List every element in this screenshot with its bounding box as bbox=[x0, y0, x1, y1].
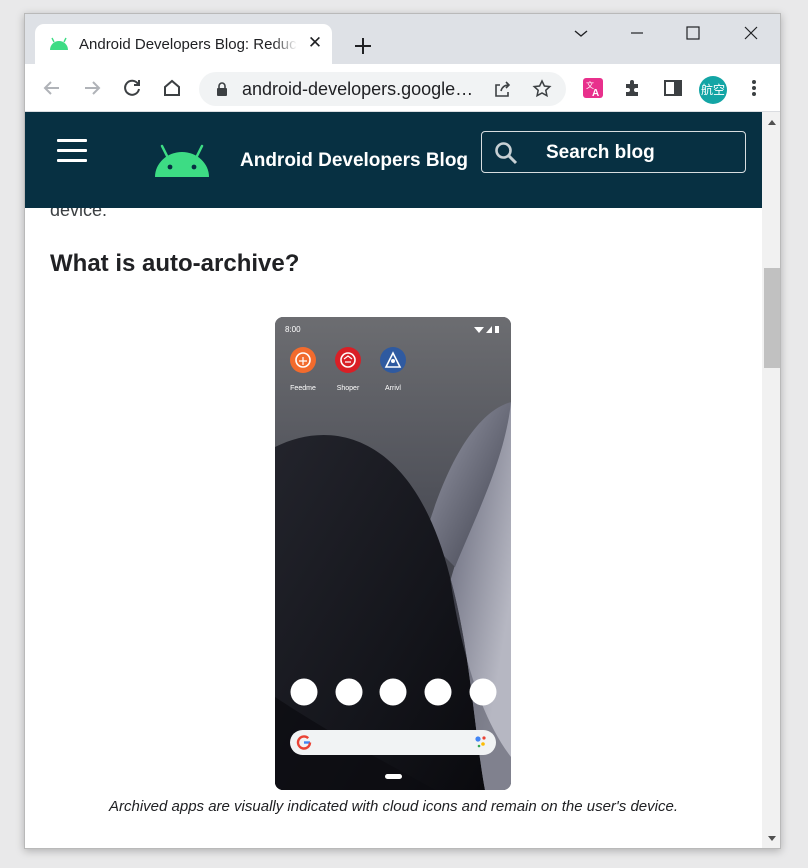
app-label-arrivl: Arrivl bbox=[385, 385, 401, 392]
app-label-shoper: Shoper bbox=[337, 385, 360, 392]
scroll-up-arrow-icon[interactable] bbox=[768, 120, 776, 125]
article-heading: What is auto-archive? bbox=[50, 250, 300, 277]
app-icon-shoper[interactable] bbox=[335, 347, 361, 373]
phone-wallpaper: 8:00 Feedme Shoper Arrivl bbox=[275, 317, 511, 790]
svg-text:A: A bbox=[592, 88, 599, 99]
bookmark-star-icon[interactable] bbox=[532, 79, 552, 99]
close-window-icon[interactable] bbox=[731, 18, 771, 48]
dock-app-1[interactable] bbox=[290, 678, 318, 706]
home-icon[interactable] bbox=[159, 75, 185, 101]
search-icon[interactable] bbox=[494, 141, 518, 165]
page-viewport: Android Developers Blog Search blog devi… bbox=[25, 112, 762, 848]
tab-active[interactable]: Android Developers Blog: Reduce ✕ bbox=[35, 24, 332, 64]
tab-bar: Android Developers Blog: Reduce ✕ bbox=[25, 14, 780, 64]
dock-app-4[interactable] bbox=[424, 678, 452, 706]
image-caption: Archived apps are visually indicated wit… bbox=[108, 798, 678, 815]
dock-app-5[interactable] bbox=[469, 678, 497, 706]
forward-icon[interactable] bbox=[79, 75, 105, 101]
search-blog-box[interactable]: Search blog bbox=[481, 131, 746, 173]
side-panel-icon[interactable] bbox=[662, 77, 684, 99]
phone-time: 8:00 bbox=[285, 325, 301, 334]
android-favicon-icon bbox=[50, 37, 68, 50]
new-tab-icon[interactable] bbox=[351, 34, 375, 58]
tab-search-icon[interactable] bbox=[561, 18, 601, 48]
dock-app-3[interactable] bbox=[379, 678, 407, 706]
profile-avatar[interactable]: 航空 bbox=[699, 76, 727, 104]
search-blog-label[interactable]: Search blog bbox=[546, 142, 655, 164]
phone-search-bar[interactable] bbox=[290, 730, 496, 755]
app-icon-feedme[interactable] bbox=[290, 347, 316, 373]
browser-toolbar: android-developers.googleblog.com 文 A 航空 bbox=[25, 64, 780, 112]
address-bar[interactable]: android-developers.googleblog.com bbox=[199, 72, 566, 106]
home-gesture-bar[interactable] bbox=[385, 774, 402, 779]
maximize-icon[interactable] bbox=[673, 18, 713, 48]
tab-title: Android Developers Blog: Reduce bbox=[79, 36, 297, 53]
close-icon[interactable]: ✕ bbox=[306, 34, 324, 52]
phone-screenshot: 8:00 Feedme Shoper Arrivl bbox=[275, 317, 511, 790]
url-text[interactable]: android-developers.googleblog.com bbox=[242, 79, 482, 100]
site-header: Android Developers Blog Search blog bbox=[25, 112, 762, 208]
battery-icon bbox=[495, 326, 499, 333]
browser-window: Android Developers Blog: Reduce ✕ androi… bbox=[24, 13, 781, 849]
scrollbar-thumb[interactable] bbox=[764, 268, 780, 368]
back-icon[interactable] bbox=[39, 75, 65, 101]
blog-title[interactable]: Android Developers Blog bbox=[240, 150, 468, 172]
menu-kebab-icon[interactable] bbox=[743, 77, 765, 99]
hamburger-menu-icon[interactable] bbox=[57, 137, 89, 165]
dock-app-2[interactable] bbox=[335, 678, 363, 706]
scroll-down-arrow-icon[interactable] bbox=[768, 836, 776, 841]
share-icon[interactable] bbox=[492, 79, 512, 99]
translate-extension-icon[interactable]: 文 A bbox=[582, 77, 604, 99]
app-icon-arrivl[interactable] bbox=[380, 347, 406, 373]
extensions-puzzle-icon[interactable] bbox=[622, 77, 644, 99]
app-label-feedme: Feedme bbox=[290, 385, 316, 392]
page-scrollbar[interactable] bbox=[762, 112, 780, 848]
reload-icon[interactable] bbox=[119, 75, 145, 101]
lock-icon[interactable] bbox=[216, 82, 228, 96]
android-logo-icon[interactable] bbox=[153, 142, 211, 178]
minimize-icon[interactable] bbox=[617, 18, 657, 48]
